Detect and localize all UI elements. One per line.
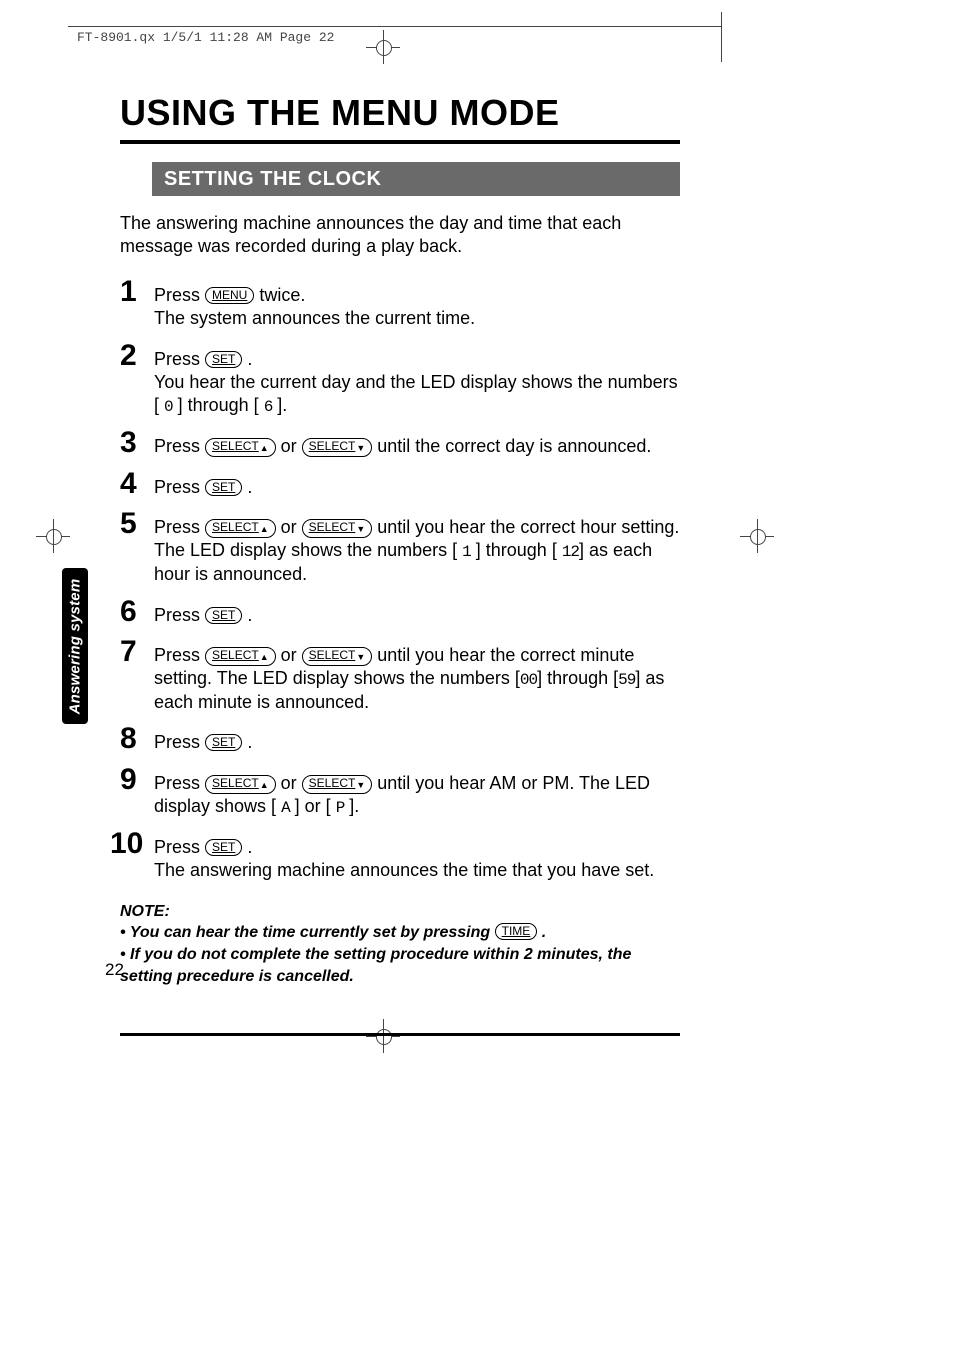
- set-button-icon: SET: [205, 839, 242, 856]
- registration-mark-icon: [36, 519, 70, 553]
- step-7: 7 Press SELECT▲ or SELECT▼ until you hea…: [120, 637, 680, 715]
- registration-mark-icon: [740, 519, 774, 553]
- content-area: USING THE MENU MODE SETTING THE CLOCK Th…: [120, 92, 680, 1036]
- triangle-up-icon: ▲: [260, 650, 269, 665]
- time-button-icon: TIME: [495, 923, 538, 940]
- section-tab: Answering system: [62, 568, 88, 724]
- step-body: Press SELECT▲ or SELECT▼ until you hear …: [154, 772, 680, 819]
- step-body: Press MENU twice. The system announces t…: [154, 284, 475, 331]
- page-number: 22: [105, 960, 124, 980]
- registration-mark-icon: [366, 30, 400, 64]
- step-body: Press SET . You hear the current day and…: [154, 348, 680, 419]
- set-button-icon: SET: [205, 479, 242, 496]
- section-tab-label: Answering system: [67, 578, 84, 714]
- step-body: Press SELECT▲ or SELECT▼ until you hear …: [154, 644, 680, 715]
- triangle-up-icon: ▲: [260, 522, 269, 537]
- header-rule: [68, 26, 722, 27]
- select-up-button-icon: SELECT▲: [205, 775, 276, 794]
- step-number: 9: [120, 765, 154, 795]
- step-number: 10: [110, 829, 154, 859]
- footer-rule: [120, 1033, 680, 1036]
- page-title: USING THE MENU MODE: [120, 92, 680, 144]
- note-bullet-1: • You can hear the time currently set by…: [120, 922, 680, 944]
- led-digit: 6: [264, 398, 273, 416]
- intro-text: The answering machine announces the day …: [120, 212, 680, 259]
- triangle-down-icon: ▼: [356, 522, 365, 537]
- set-button-icon: SET: [205, 351, 242, 368]
- step-number: 2: [120, 341, 154, 371]
- step-8: 8 Press SET .: [120, 724, 680, 754]
- triangle-down-icon: ▼: [356, 441, 365, 456]
- led-digit: 00: [520, 671, 537, 689]
- select-up-button-icon: SELECT▲: [205, 438, 276, 457]
- note-heading: NOTE:: [120, 901, 680, 923]
- triangle-up-icon: ▲: [260, 778, 269, 793]
- triangle-down-icon: ▼: [356, 778, 365, 793]
- menu-button-icon: MENU: [205, 287, 254, 304]
- step-5: 5 Press SELECT▲ or SELECT▼ until you hea…: [120, 509, 680, 587]
- select-down-button-icon: SELECT▼: [302, 438, 373, 457]
- select-down-button-icon: SELECT▼: [302, 519, 373, 538]
- step-number: 5: [120, 509, 154, 539]
- step-body: Press SELECT▲ or SELECT▼ until you hear …: [154, 516, 680, 587]
- step-body: Press SELECT▲ or SELECT▼ until the corre…: [154, 435, 651, 458]
- led-digit: 1: [462, 543, 471, 561]
- step-body: Press SET .: [154, 476, 252, 499]
- led-digit: 59: [618, 671, 635, 689]
- select-down-button-icon: SELECT▼: [302, 647, 373, 666]
- step-body: Press SET .: [154, 731, 252, 754]
- led-digit: A: [281, 799, 290, 817]
- step-number: 6: [120, 597, 154, 627]
- step-body: Press SET . The answering machine announ…: [154, 836, 654, 883]
- step-number: 7: [120, 637, 154, 667]
- triangle-down-icon: ▼: [356, 650, 365, 665]
- step-number: 1: [120, 277, 154, 307]
- step-2: 2 Press SET . You hear the current day a…: [120, 341, 680, 419]
- triangle-up-icon: ▲: [260, 441, 269, 456]
- set-button-icon: SET: [205, 607, 242, 624]
- select-up-button-icon: SELECT▲: [205, 519, 276, 538]
- step-number: 3: [120, 428, 154, 458]
- led-digit: 12: [562, 543, 579, 561]
- led-digit: 0: [164, 398, 173, 416]
- step-6: 6 Press SET .: [120, 597, 680, 627]
- step-body: Press SET .: [154, 604, 252, 627]
- step-10: 10 Press SET . The answering machine ann…: [120, 829, 680, 883]
- step-4: 4 Press SET .: [120, 469, 680, 499]
- step-1: 1 Press MENU twice. The system announces…: [120, 277, 680, 331]
- print-slug: FT-8901.qx 1/5/1 11:28 AM Page 22: [77, 30, 334, 45]
- note-bullet-2: • If you do not complete the setting pro…: [120, 944, 680, 987]
- page: FT-8901.qx 1/5/1 11:28 AM Page 22 Answer…: [0, 0, 954, 1351]
- step-number: 8: [120, 724, 154, 754]
- step-9: 9 Press SELECT▲ or SELECT▼ until you hea…: [120, 765, 680, 819]
- step-number: 4: [120, 469, 154, 499]
- step-3: 3 Press SELECT▲ or SELECT▼ until the cor…: [120, 428, 680, 458]
- note-block: NOTE: • You can hear the time currently …: [120, 901, 680, 987]
- section-heading: SETTING THE CLOCK: [152, 162, 680, 196]
- select-up-button-icon: SELECT▲: [205, 647, 276, 666]
- crop-tick: [721, 12, 722, 62]
- led-digit: P: [336, 799, 345, 817]
- set-button-icon: SET: [205, 734, 242, 751]
- select-down-button-icon: SELECT▼: [302, 775, 373, 794]
